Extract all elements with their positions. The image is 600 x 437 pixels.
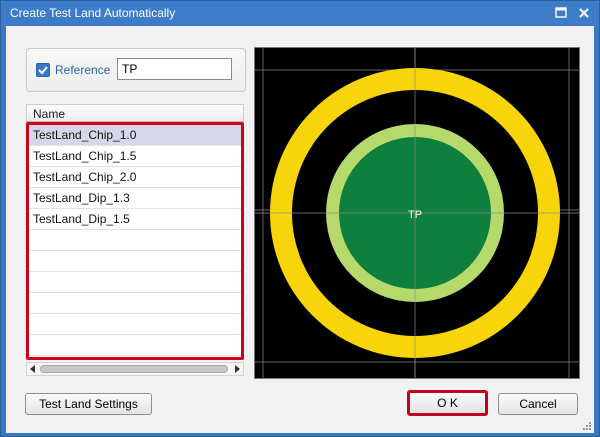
land-preview: TP [254,47,580,379]
list-item[interactable]: TestLand_Chip_1.5 [29,146,241,167]
list-item[interactable]: TestLand_Dip_1.3 [29,188,241,209]
maximize-button[interactable] [553,5,569,21]
checkmark-icon [38,66,48,75]
dialog-content: Reference Name TestLand_Chip_1.0TestLand… [6,26,594,433]
dialog-window: Create Test Land Automatically Reference [0,0,600,437]
maximize-icon [555,7,567,18]
pad-label: TP [408,209,422,221]
list-column-header[interactable]: Name [26,104,244,122]
reference-label: Reference [55,63,111,77]
ok-button[interactable]: O K [407,390,488,416]
list-item-empty [29,230,241,251]
window-title: Create Test Land Automatically [10,6,176,20]
list-item-empty [29,335,241,356]
list-item[interactable]: TestLand_Chip_2.0 [29,167,241,188]
preview-canvas: TP [255,48,579,378]
reference-checkbox[interactable] [36,63,50,77]
column-header-name: Name [33,107,66,121]
chevron-right-icon[interactable] [232,364,242,374]
test-land-list[interactable]: TestLand_Chip_1.0 TestLand_Chip_1.5 TestLa… [26,122,244,360]
scrollbar-thumb[interactable] [40,365,228,373]
list-item-empty [29,293,241,314]
horizontal-scrollbar[interactable] [26,362,244,376]
close-icon [579,8,589,18]
list-item[interactable]: TestLand_Dip_1.5 [29,209,241,230]
list-item-empty [29,272,241,293]
resize-grip-icon[interactable] [582,421,592,431]
reference-input[interactable] [117,58,232,80]
title-bar: Create Test Land Automatically [1,1,599,26]
test-land-settings-button[interactable]: Test Land Settings [25,393,152,415]
reference-group: Reference [26,48,246,92]
close-button[interactable] [576,5,592,21]
list-item-empty [29,314,241,335]
list-item-empty [29,251,241,272]
cancel-button[interactable]: Cancel [498,393,578,415]
list-item[interactable]: TestLand_Chip_1.0 [29,125,241,146]
chevron-left-icon[interactable] [28,364,38,374]
